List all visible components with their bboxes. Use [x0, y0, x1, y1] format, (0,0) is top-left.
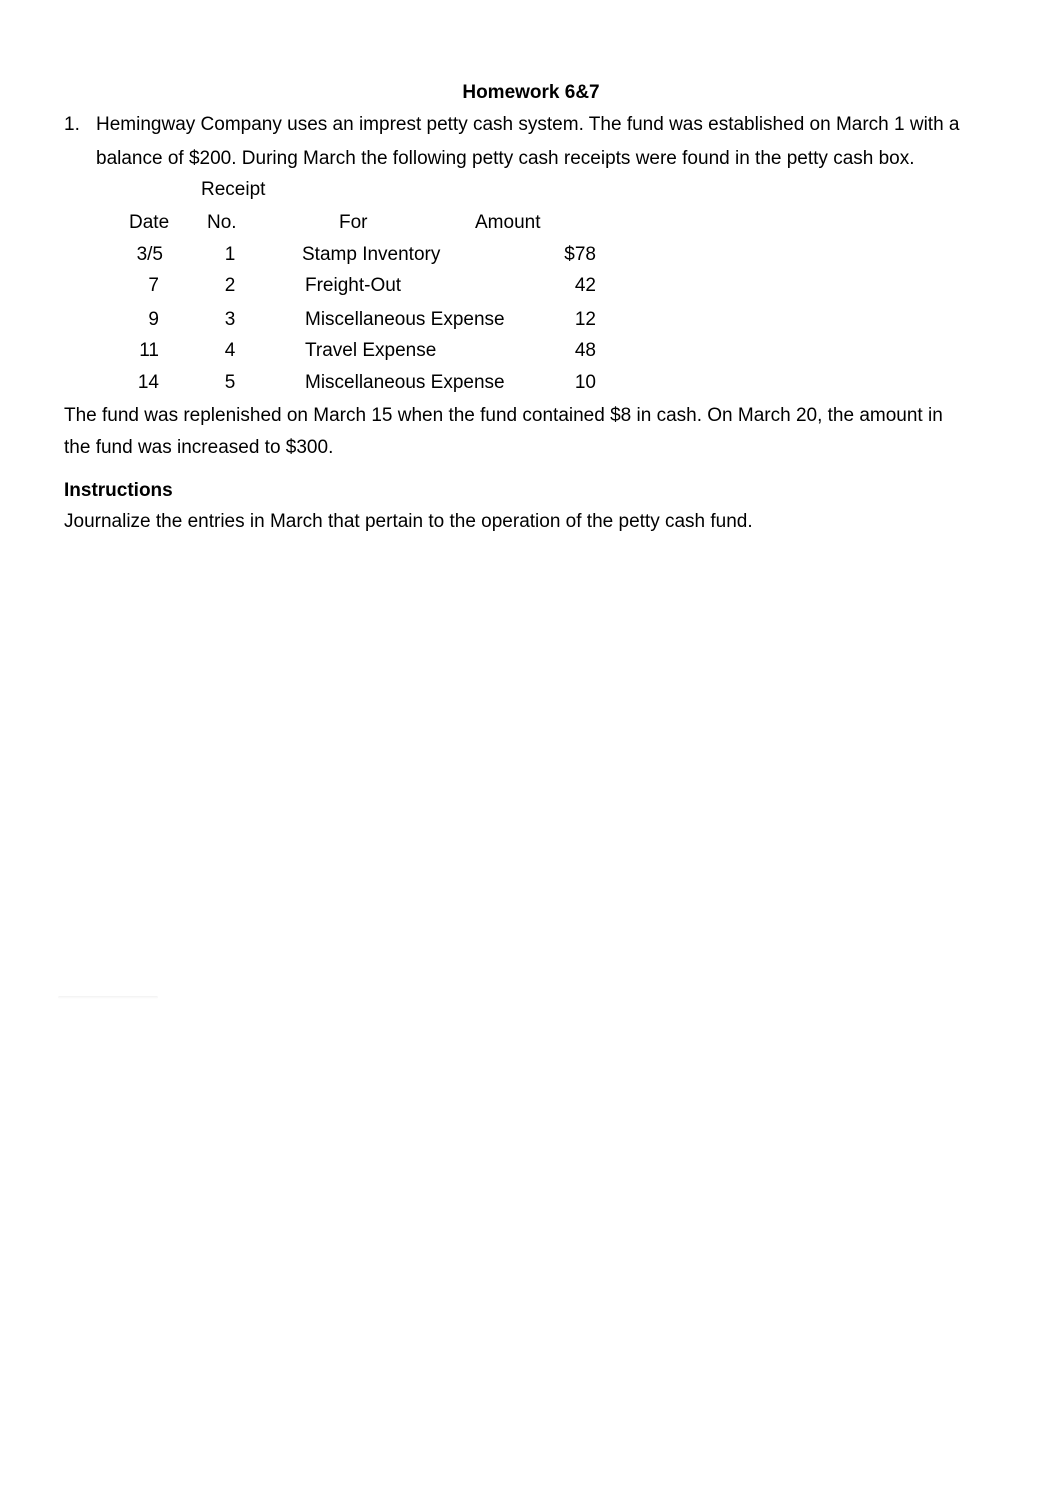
- header-no: No.: [207, 212, 237, 233]
- cell-no: 3: [224, 309, 236, 330]
- cell-no: 5: [224, 372, 236, 393]
- header-amount: Amount: [475, 212, 541, 233]
- cell-date: 11: [139, 340, 159, 361]
- instructions-text: Journalize the entries in March that per…: [64, 511, 753, 532]
- followup-text-line-2: the fund was increased to $300.: [64, 437, 334, 458]
- cell-amount: $78: [564, 244, 596, 265]
- problem-number: 1.: [64, 114, 80, 135]
- instructions-heading: Instructions: [64, 480, 173, 501]
- header-for: For: [339, 212, 368, 233]
- cell-for: Travel Expense: [305, 340, 437, 361]
- faint-divider: [58, 996, 158, 999]
- followup-text-line-1: The fund was replenished on March 15 whe…: [64, 405, 943, 426]
- cell-amount: 12: [574, 309, 596, 330]
- cell-for: Freight-Out: [305, 275, 402, 296]
- cell-date: 14: [137, 372, 159, 393]
- cell-for: Stamp Inventory: [302, 244, 441, 265]
- cell-for: Miscellaneous Expense: [305, 309, 505, 330]
- header-date: Date: [129, 212, 170, 233]
- cell-no: 4: [224, 340, 236, 361]
- problem-text-line-2: balance of $200. During March the follow…: [96, 148, 915, 169]
- cell-date: 9: [148, 309, 159, 330]
- cell-date: 7: [148, 275, 159, 296]
- cell-no: 2: [224, 275, 236, 296]
- cell-amount: 48: [574, 340, 596, 361]
- cell-date: 3/5: [136, 244, 163, 265]
- cell-amount: 42: [574, 275, 596, 296]
- cell-for: Miscellaneous Expense: [305, 372, 505, 393]
- header-receipt: Receipt: [201, 179, 266, 200]
- cell-no: 1: [224, 244, 236, 265]
- cell-amount: 10: [574, 372, 596, 393]
- problem-text-line-1: Hemingway Company uses an imprest petty …: [96, 114, 960, 135]
- page-title: Homework 6&7: [462, 82, 600, 103]
